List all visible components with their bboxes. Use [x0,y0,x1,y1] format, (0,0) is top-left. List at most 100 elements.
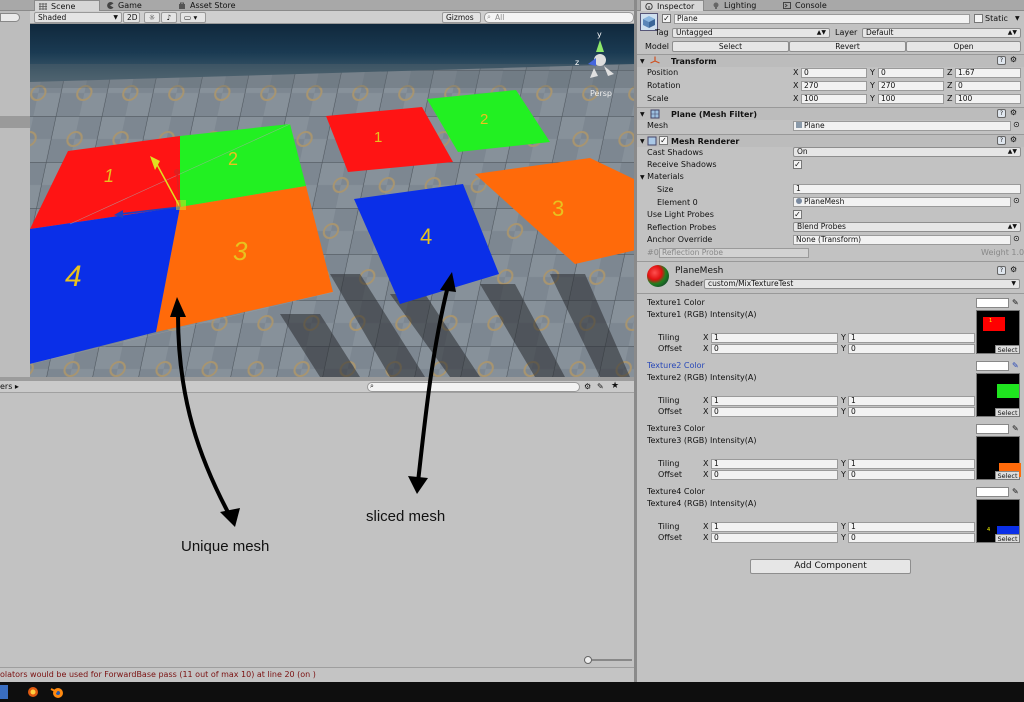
materials-size-field[interactable]: 1 [793,184,1021,194]
favorite-star-icon[interactable]: ★ [611,381,619,391]
hierarchy-search-field[interactable] [0,13,20,22]
texture-thumbnail[interactable]: Select [976,373,1020,417]
gear-icon[interactable]: ⚙ [1010,265,1017,274]
tag-dropdown[interactable]: Untagged▲▼ [672,28,830,38]
slider-knob[interactable] [584,656,592,664]
app-icon-flame[interactable] [26,685,40,699]
texture-thumbnail[interactable]: 1 Select [976,310,1020,354]
shader-dropdown[interactable]: custom/MixTextureTest▼ [704,279,1020,289]
add-component-button[interactable]: Add Component [750,559,911,574]
tab-console[interactable]: Console [779,0,859,11]
help-book-icon[interactable]: ? [997,56,1006,65]
rotation-y-field[interactable]: 270 [878,81,944,91]
tab-lighting[interactable]: Lighting [708,0,783,11]
texture-color-swatch[interactable] [976,487,1009,497]
reflection-probes-dropdown[interactable]: Blend Probes▲▼ [793,222,1021,232]
project-breadcrumb[interactable]: ers ▸ [0,382,19,392]
eyedropper-icon[interactable]: ✎ [1012,487,1021,497]
hierarchy-selected-row[interactable] [0,116,30,128]
anchor-override-field[interactable]: None (Transform) [793,235,1011,245]
offset-x-field[interactable]: 0 [711,407,838,417]
scene-audio-toggle-icon[interactable]: ♪ [161,12,177,23]
mesh-renderer-enabled-checkbox[interactable]: ✓ [659,136,668,145]
mesh-renderer-header[interactable]: ▼ ✓ Mesh Renderer ? ⚙ [637,134,1024,147]
tab-scene[interactable]: Scene [34,0,100,11]
mode-2d-toggle[interactable]: 2D [123,12,140,23]
texture-color-swatch[interactable] [976,361,1009,371]
eyedropper-icon[interactable]: ✎ [1012,424,1021,434]
shading-mode-dropdown[interactable]: Shaded ▼ [34,12,122,23]
tiling-y-field[interactable]: 1 [848,459,975,469]
tiling-x-field[interactable]: 1 [711,459,838,469]
tiling-y-field[interactable]: 1 [848,522,975,532]
help-book-icon[interactable]: ? [997,136,1006,145]
chevron-down-icon[interactable]: ▼ [1015,15,1020,22]
tab-inspector[interactable]: Inspector [640,0,704,11]
position-z-field[interactable]: 1.67 [955,68,1021,78]
offset-y-field[interactable]: 0 [848,533,975,543]
receive-shadows-checkbox[interactable]: ✓ [793,160,802,169]
texture-thumbnail[interactable]: Select [976,436,1020,480]
tiling-x-field[interactable]: 1 [711,522,838,532]
filter-by-type-icon[interactable]: ⚙ [584,382,591,391]
transform-header[interactable]: ▼ Transform ? ⚙ [637,54,1024,67]
offset-y-field[interactable]: 0 [848,344,975,354]
offset-y-field[interactable]: 0 [848,470,975,480]
scale-z-field[interactable]: 100 [955,94,1021,104]
use-light-probes-checkbox[interactable]: ✓ [793,210,802,219]
scene-search-input[interactable]: ⌕ All [484,12,634,23]
mesh-object-field[interactable]: Plane [793,121,1011,131]
scene-viewport[interactable]: 1 2 3 4 1 2 3 4 [30,24,636,377]
tiling-y-field[interactable]: 1 [848,333,975,343]
element-0-object-field[interactable]: PlaneMesh [793,197,1011,207]
model-revert-button[interactable]: Revert [789,41,906,52]
rotation-x-field[interactable]: 270 [801,81,867,91]
scale-y-field[interactable]: 100 [878,94,944,104]
layer-dropdown[interactable]: Default▲▼ [862,28,1021,38]
offset-y-field[interactable]: 0 [848,407,975,417]
eyedropper-icon[interactable]: ✎ [1012,298,1021,308]
help-book-icon[interactable]: ? [997,266,1006,275]
tiling-y-field[interactable]: 1 [848,396,975,406]
project-search-input[interactable]: ⌕ [367,382,580,392]
texture-color-swatch[interactable] [976,424,1009,434]
object-picker-icon[interactable]: ⊙ [1013,196,1020,205]
object-picker-icon[interactable]: ⊙ [1013,120,1020,129]
position-x-field[interactable]: 0 [801,68,867,78]
thumbnail-size-slider[interactable] [584,659,632,661]
status-bar[interactable]: olators would be used for ForwardBase pa… [0,667,636,682]
rotation-z-field[interactable]: 0 [955,81,1021,91]
offset-x-field[interactable]: 0 [711,533,838,543]
materials-foldout-label[interactable]: ▼ Materials [640,172,684,183]
model-open-button[interactable]: Open [906,41,1021,52]
texture-select-button[interactable]: Select [995,345,1019,353]
gear-icon[interactable]: ⚙ [1009,136,1018,145]
app-icon-blender[interactable] [50,685,64,699]
texture-thumbnail[interactable]: 4 Select [976,499,1020,543]
object-name-field[interactable]: Plane [674,14,970,24]
active-checkbox[interactable]: ✓ [662,14,671,23]
tiling-x-field[interactable]: 1 [711,396,838,406]
gizmos-dropdown[interactable]: Gizmos ▼ [442,12,481,23]
filter-by-label-icon[interactable]: ✎ [597,382,604,391]
gear-icon[interactable]: ⚙ [1009,56,1018,65]
tab-asset-store[interactable]: Asset Store [174,0,264,11]
eyedropper-icon[interactable]: ✎ [1012,361,1021,371]
object-picker-icon[interactable]: ⊙ [1013,234,1020,243]
tab-game[interactable]: Game [102,0,172,11]
mesh-filter-header[interactable]: ▼ Plane (Mesh Filter) ? ⚙ [637,107,1024,120]
persp-label[interactable]: Persp [590,89,612,98]
offset-x-field[interactable]: 0 [711,344,838,354]
scene-lighting-toggle-icon[interactable]: ☼ [144,12,160,23]
position-y-field[interactable]: 0 [878,68,944,78]
offset-x-field[interactable]: 0 [711,470,838,480]
gear-icon[interactable]: ⚙ [1009,109,1018,118]
texture-select-button[interactable]: Select [995,471,1019,479]
start-windows-icon[interactable] [0,685,8,699]
static-checkbox[interactable] [974,14,983,23]
cast-shadows-dropdown[interactable]: On▲▼ [793,147,1021,157]
texture-select-button[interactable]: Select [995,408,1019,416]
tiling-x-field[interactable]: 1 [711,333,838,343]
scale-x-field[interactable]: 100 [801,94,867,104]
texture-color-swatch[interactable] [976,298,1009,308]
